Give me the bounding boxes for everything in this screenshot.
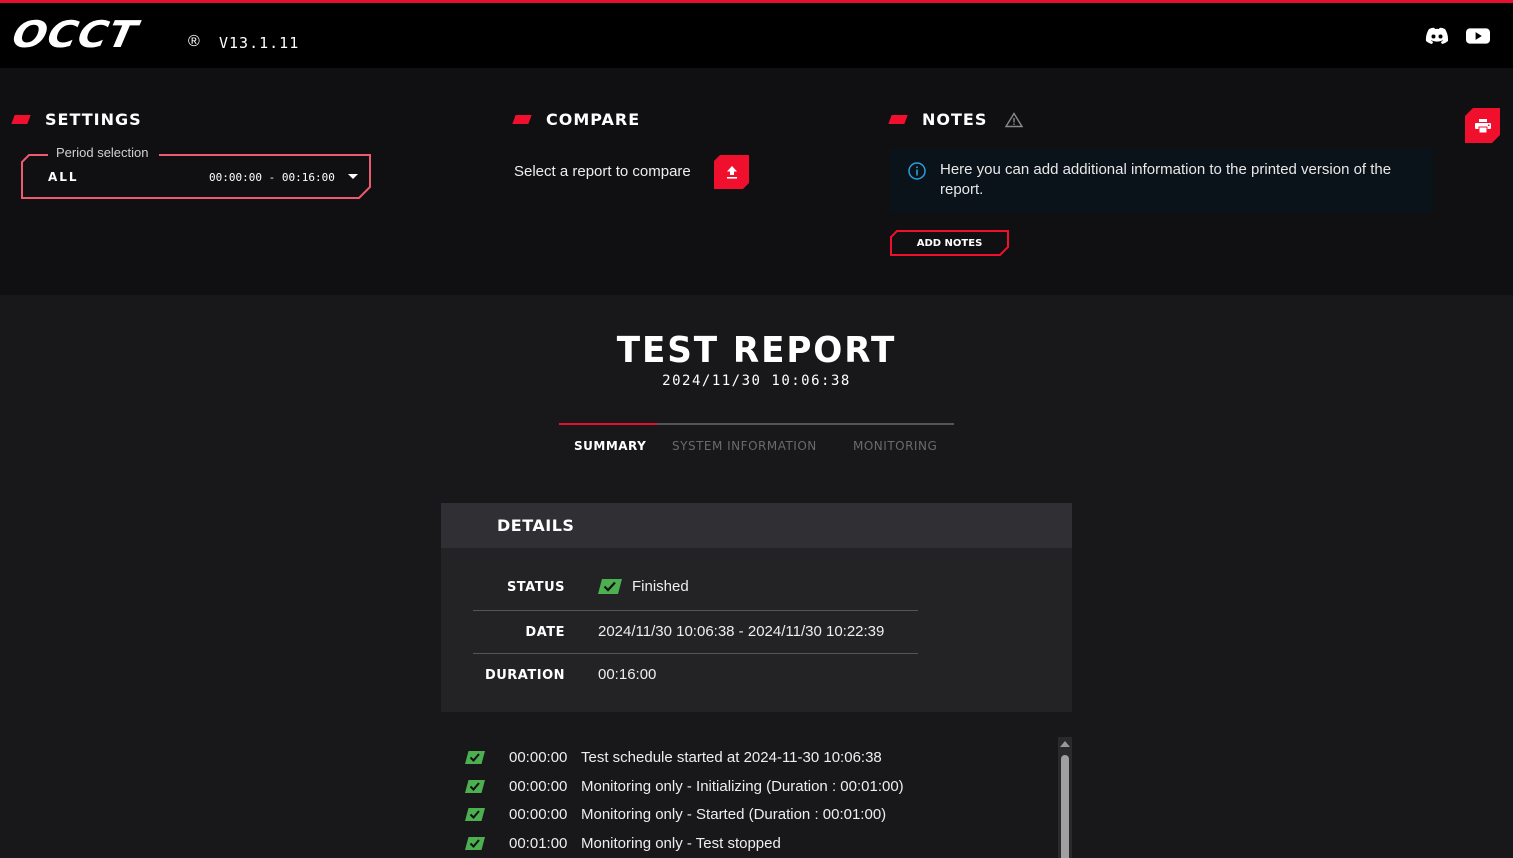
app-version: V13.1.11 xyxy=(219,34,300,52)
print-button[interactable] xyxy=(1465,108,1500,143)
section-marker-icon xyxy=(512,115,532,124)
notes-section-title: NOTES xyxy=(888,110,1024,129)
status-value: Finished xyxy=(632,578,689,595)
caret-down-icon xyxy=(348,174,358,179)
period-range: 00:00:00 - 00:16:00 xyxy=(209,171,335,184)
tab-monitoring[interactable]: MONITORING xyxy=(853,439,937,453)
compare-title: COMPARE xyxy=(546,110,641,129)
log-message: Monitoring only - Test stopped xyxy=(581,835,781,852)
active-tab-indicator xyxy=(559,423,657,425)
settings-section-title: SETTINGS xyxy=(11,110,142,129)
row-divider xyxy=(473,653,918,654)
log-scrollbar[interactable] xyxy=(1058,737,1072,858)
log-item: 00:01:00 Monitoring only - Test stopped xyxy=(465,834,1065,854)
check-icon xyxy=(465,780,485,798)
registered-mark: ® xyxy=(188,33,200,50)
upload-report-button[interactable] xyxy=(714,155,749,189)
log-time: 00:01:00 xyxy=(509,835,568,852)
log-message: Monitoring only - Initializing (Duration… xyxy=(581,778,904,795)
check-icon xyxy=(598,579,622,599)
details-card: DETAILS STATUS Finished DATE 2024/11/30 … xyxy=(441,503,1072,712)
compare-prompt: Select a report to compare xyxy=(514,163,691,180)
settings-strip: SETTINGS Period selection ALL 00:00:00 -… xyxy=(0,68,1513,295)
notes-info-box: Here you can add additional information … xyxy=(890,148,1433,212)
section-marker-icon xyxy=(11,115,31,124)
period-selection-dropdown[interactable]: Period selection ALL 00:00:00 - 00:16:00 xyxy=(21,145,371,199)
status-label: STATUS xyxy=(506,580,565,595)
app-logo: OCCT xyxy=(8,13,142,57)
date-value: 2024/11/30 10:06:38 - 2024/11/30 10:22:3… xyxy=(598,623,885,640)
details-header: DETAILS xyxy=(441,503,1072,548)
log-time: 00:00:00 xyxy=(509,806,568,823)
youtube-icon[interactable] xyxy=(1466,27,1490,45)
section-marker-icon xyxy=(888,115,908,124)
log-item: 00:00:00 Monitoring only - Initializing … xyxy=(465,777,1065,797)
report-title: TEST REPORT xyxy=(616,330,897,371)
log-time: 00:00:00 xyxy=(509,749,568,766)
upload-icon xyxy=(726,165,738,179)
tab-system-information[interactable]: SYSTEM INFORMATION xyxy=(672,439,817,453)
details-title: DETAILS xyxy=(497,516,575,535)
scroll-up-arrow-icon[interactable] xyxy=(1060,741,1070,747)
scroll-thumb[interactable] xyxy=(1061,755,1069,858)
duration-label: DURATION xyxy=(484,668,565,683)
log-item: 00:00:00 Monitoring only - Started (Dura… xyxy=(465,805,1065,825)
date-label: DATE xyxy=(525,625,565,640)
add-notes-label: ADD NOTES xyxy=(916,237,983,249)
discord-icon[interactable] xyxy=(1425,27,1449,45)
check-icon xyxy=(465,808,485,826)
add-notes-button[interactable]: ADD NOTES xyxy=(890,230,1009,256)
duration-value: 00:16:00 xyxy=(598,666,657,683)
log-time: 00:00:00 xyxy=(509,778,568,795)
compare-section-title: COMPARE xyxy=(512,110,641,129)
row-divider xyxy=(473,610,918,611)
notes-info-text: Here you can add additional information … xyxy=(940,161,1392,198)
report-date: 2024/11/30 10:06:38 xyxy=(662,373,851,389)
period-selection-label: Period selection xyxy=(52,145,153,160)
top-bar: OCCT ® V13.1.11 xyxy=(0,0,1513,68)
log-message: Test schedule started at 2024-11-30 10:0… xyxy=(581,749,882,766)
tab-summary[interactable]: SUMMARY xyxy=(574,439,646,453)
check-icon xyxy=(465,751,485,769)
period-value: ALL xyxy=(48,170,79,184)
notes-title: NOTES xyxy=(922,110,988,129)
warning-icon xyxy=(1005,111,1024,128)
check-icon xyxy=(465,837,485,855)
printer-icon xyxy=(1475,119,1491,133)
log-message: Monitoring only - Started (Duration : 00… xyxy=(581,806,887,823)
log-item: 00:00:00 Test schedule started at 2024-1… xyxy=(465,748,1065,768)
info-icon xyxy=(908,162,926,185)
settings-title: SETTINGS xyxy=(45,110,142,129)
